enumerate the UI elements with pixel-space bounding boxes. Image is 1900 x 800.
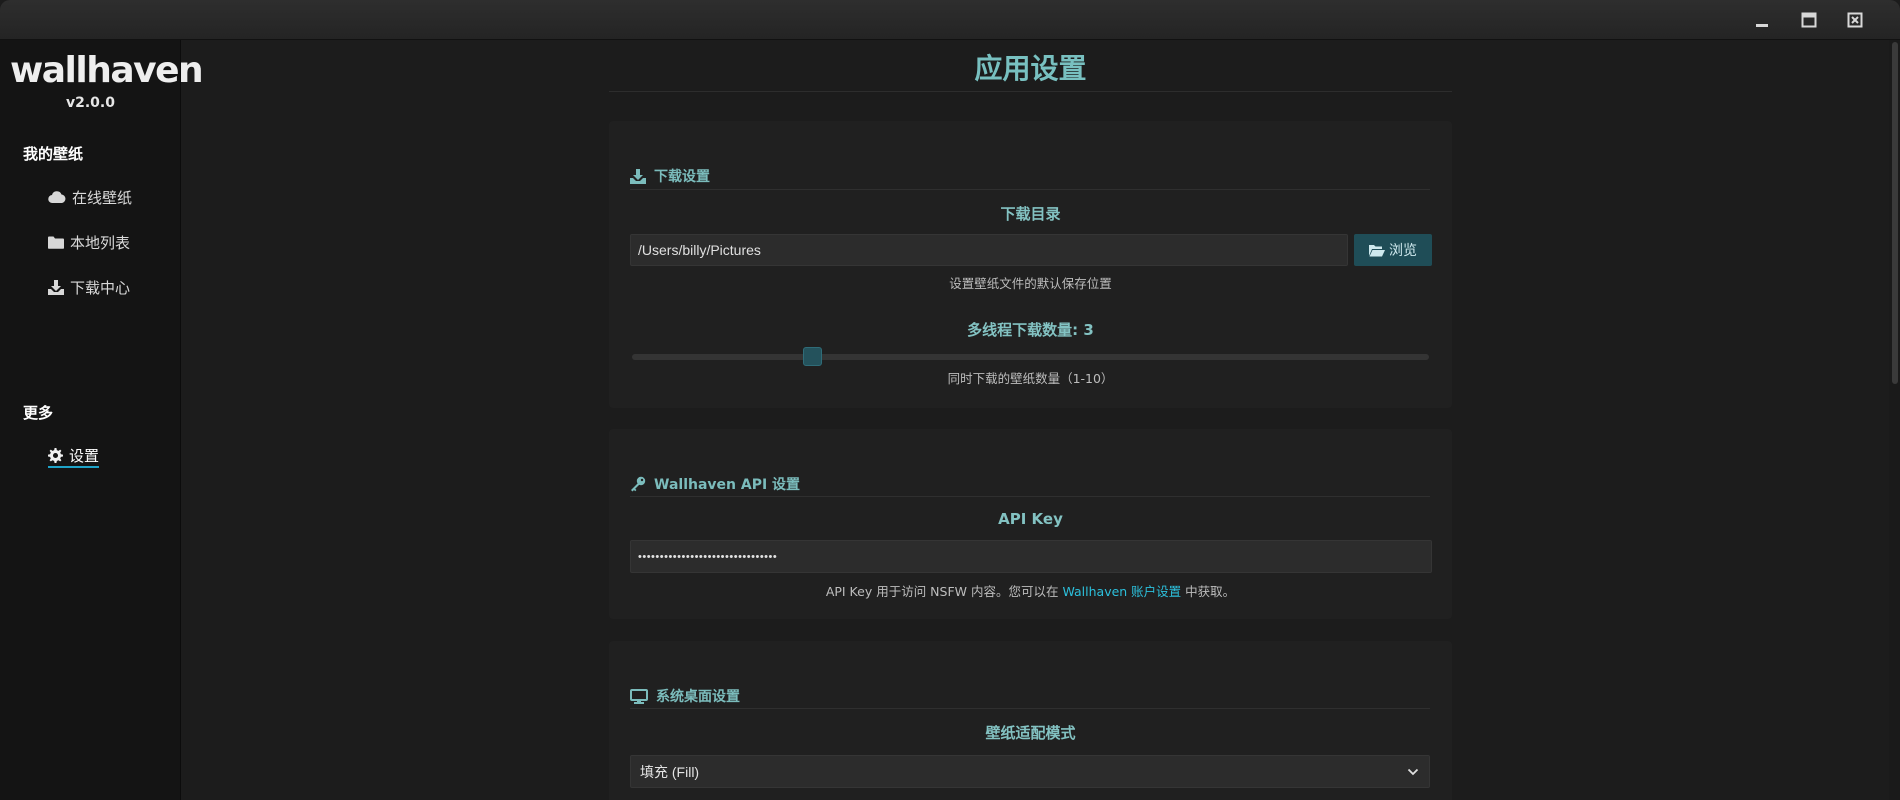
download-icon	[48, 279, 64, 295]
desktop-settings-heading: 系统桌面设置	[630, 686, 740, 706]
gear-icon	[48, 447, 63, 463]
sidebar-item-label: 设置	[69, 446, 100, 465]
minimize-button[interactable]	[1751, 10, 1773, 30]
browse-button[interactable]: 浏览	[1354, 234, 1432, 266]
sidebar-item-label: 本地列表	[70, 233, 131, 252]
maximize-icon	[1801, 12, 1817, 28]
api-key-help: API Key 用于访问 NSFW 内容。您可以在 Wallhaven 账户设置…	[609, 581, 1452, 600]
sidebar-item-settings[interactable]: 设置	[48, 446, 100, 468]
card-heading-label: 下载设置	[654, 169, 710, 185]
api-key-label: API Key	[998, 510, 1063, 528]
title-bar	[0, 0, 1900, 40]
download-settings-heading: 下载设置	[630, 166, 710, 186]
sidebar-item-local-list[interactable]: 本地列表	[48, 231, 130, 253]
page-title: 应用设置	[974, 52, 1087, 85]
api-key-input[interactable]: ••••••••••••••••••••••••••••••••	[630, 540, 1432, 573]
api-help-prefix: API Key 用于访问 NSFW 内容。您可以在	[825, 584, 1063, 599]
download-dir-input[interactable]: /Users/billy/Pictures	[630, 234, 1348, 266]
threads-help: 同时下载的壁纸数量（1-10）	[947, 371, 1114, 386]
section-title-more: 更多	[23, 404, 54, 422]
download-dir-label: 下载目录	[1000, 205, 1061, 223]
sidebar-item-label: 下载中心	[70, 278, 131, 297]
threads-label: 多线程下载数量: 3	[967, 321, 1094, 339]
chevron-down-icon	[1407, 768, 1419, 775]
main-scrollbar[interactable]	[1889, 40, 1900, 800]
close-icon	[1847, 12, 1863, 28]
sidebar-item-online-wallpapers[interactable]: 在线壁纸	[48, 186, 132, 208]
minimize-icon	[1756, 24, 1768, 27]
card-heading-label: Wallhaven API 设置	[654, 477, 801, 493]
monitor-icon	[630, 688, 648, 704]
app-version: v2.0.0	[66, 95, 115, 111]
download-dir-help: 设置壁纸文件的默认保存位置	[949, 276, 1112, 291]
card-heading-label: 系统桌面设置	[656, 689, 740, 705]
download-settings-card: 下载设置 下载目录 /Users/billy/Pictures 浏览 设置壁纸文…	[609, 121, 1452, 408]
threads-slider-thumb[interactable]	[802, 347, 822, 366]
browse-button-label: 浏览	[1389, 243, 1417, 259]
card-divider	[630, 496, 1430, 497]
threads-slider-track[interactable]	[632, 354, 1429, 360]
download-icon	[630, 168, 646, 184]
fit-mode-label: 壁纸适配模式	[985, 724, 1076, 742]
api-settings-card: Wallhaven API 设置 API Key •••••••••••••••…	[609, 429, 1452, 619]
desktop-settings-card: 系统桌面设置 壁纸适配模式 填充 (Fill)	[609, 641, 1452, 800]
key-icon	[631, 476, 646, 492]
folder-open-icon	[1369, 244, 1385, 256]
app-logo: wallhaven	[10, 50, 204, 91]
card-divider	[630, 708, 1430, 709]
maximize-button[interactable]	[1798, 10, 1820, 30]
wallhaven-account-link[interactable]: Wallhaven 账户设置	[1062, 584, 1181, 599]
sidebar-item-download-center[interactable]: 下载中心	[48, 276, 130, 298]
fit-mode-select[interactable]: 填充 (Fill)	[630, 755, 1430, 788]
api-settings-heading: Wallhaven API 设置	[630, 474, 800, 494]
fit-mode-value: 填充 (Fill)	[640, 763, 700, 780]
section-title-my-wallpapers: 我的壁纸	[23, 145, 84, 163]
title-divider	[609, 91, 1452, 92]
close-button[interactable]	[1844, 10, 1866, 30]
card-divider	[630, 189, 1430, 190]
api-help-suffix: 中获取。	[1181, 584, 1236, 599]
cloud-icon	[48, 191, 66, 204]
scrollbar-thumb[interactable]	[1892, 42, 1898, 384]
folder-icon	[48, 236, 64, 249]
sidebar-item-label: 在线壁纸	[72, 188, 133, 207]
sidebar: wallhaven v2.0.0 我的壁纸 在线壁纸 本地列表 下载中心 更多 …	[0, 40, 204, 800]
